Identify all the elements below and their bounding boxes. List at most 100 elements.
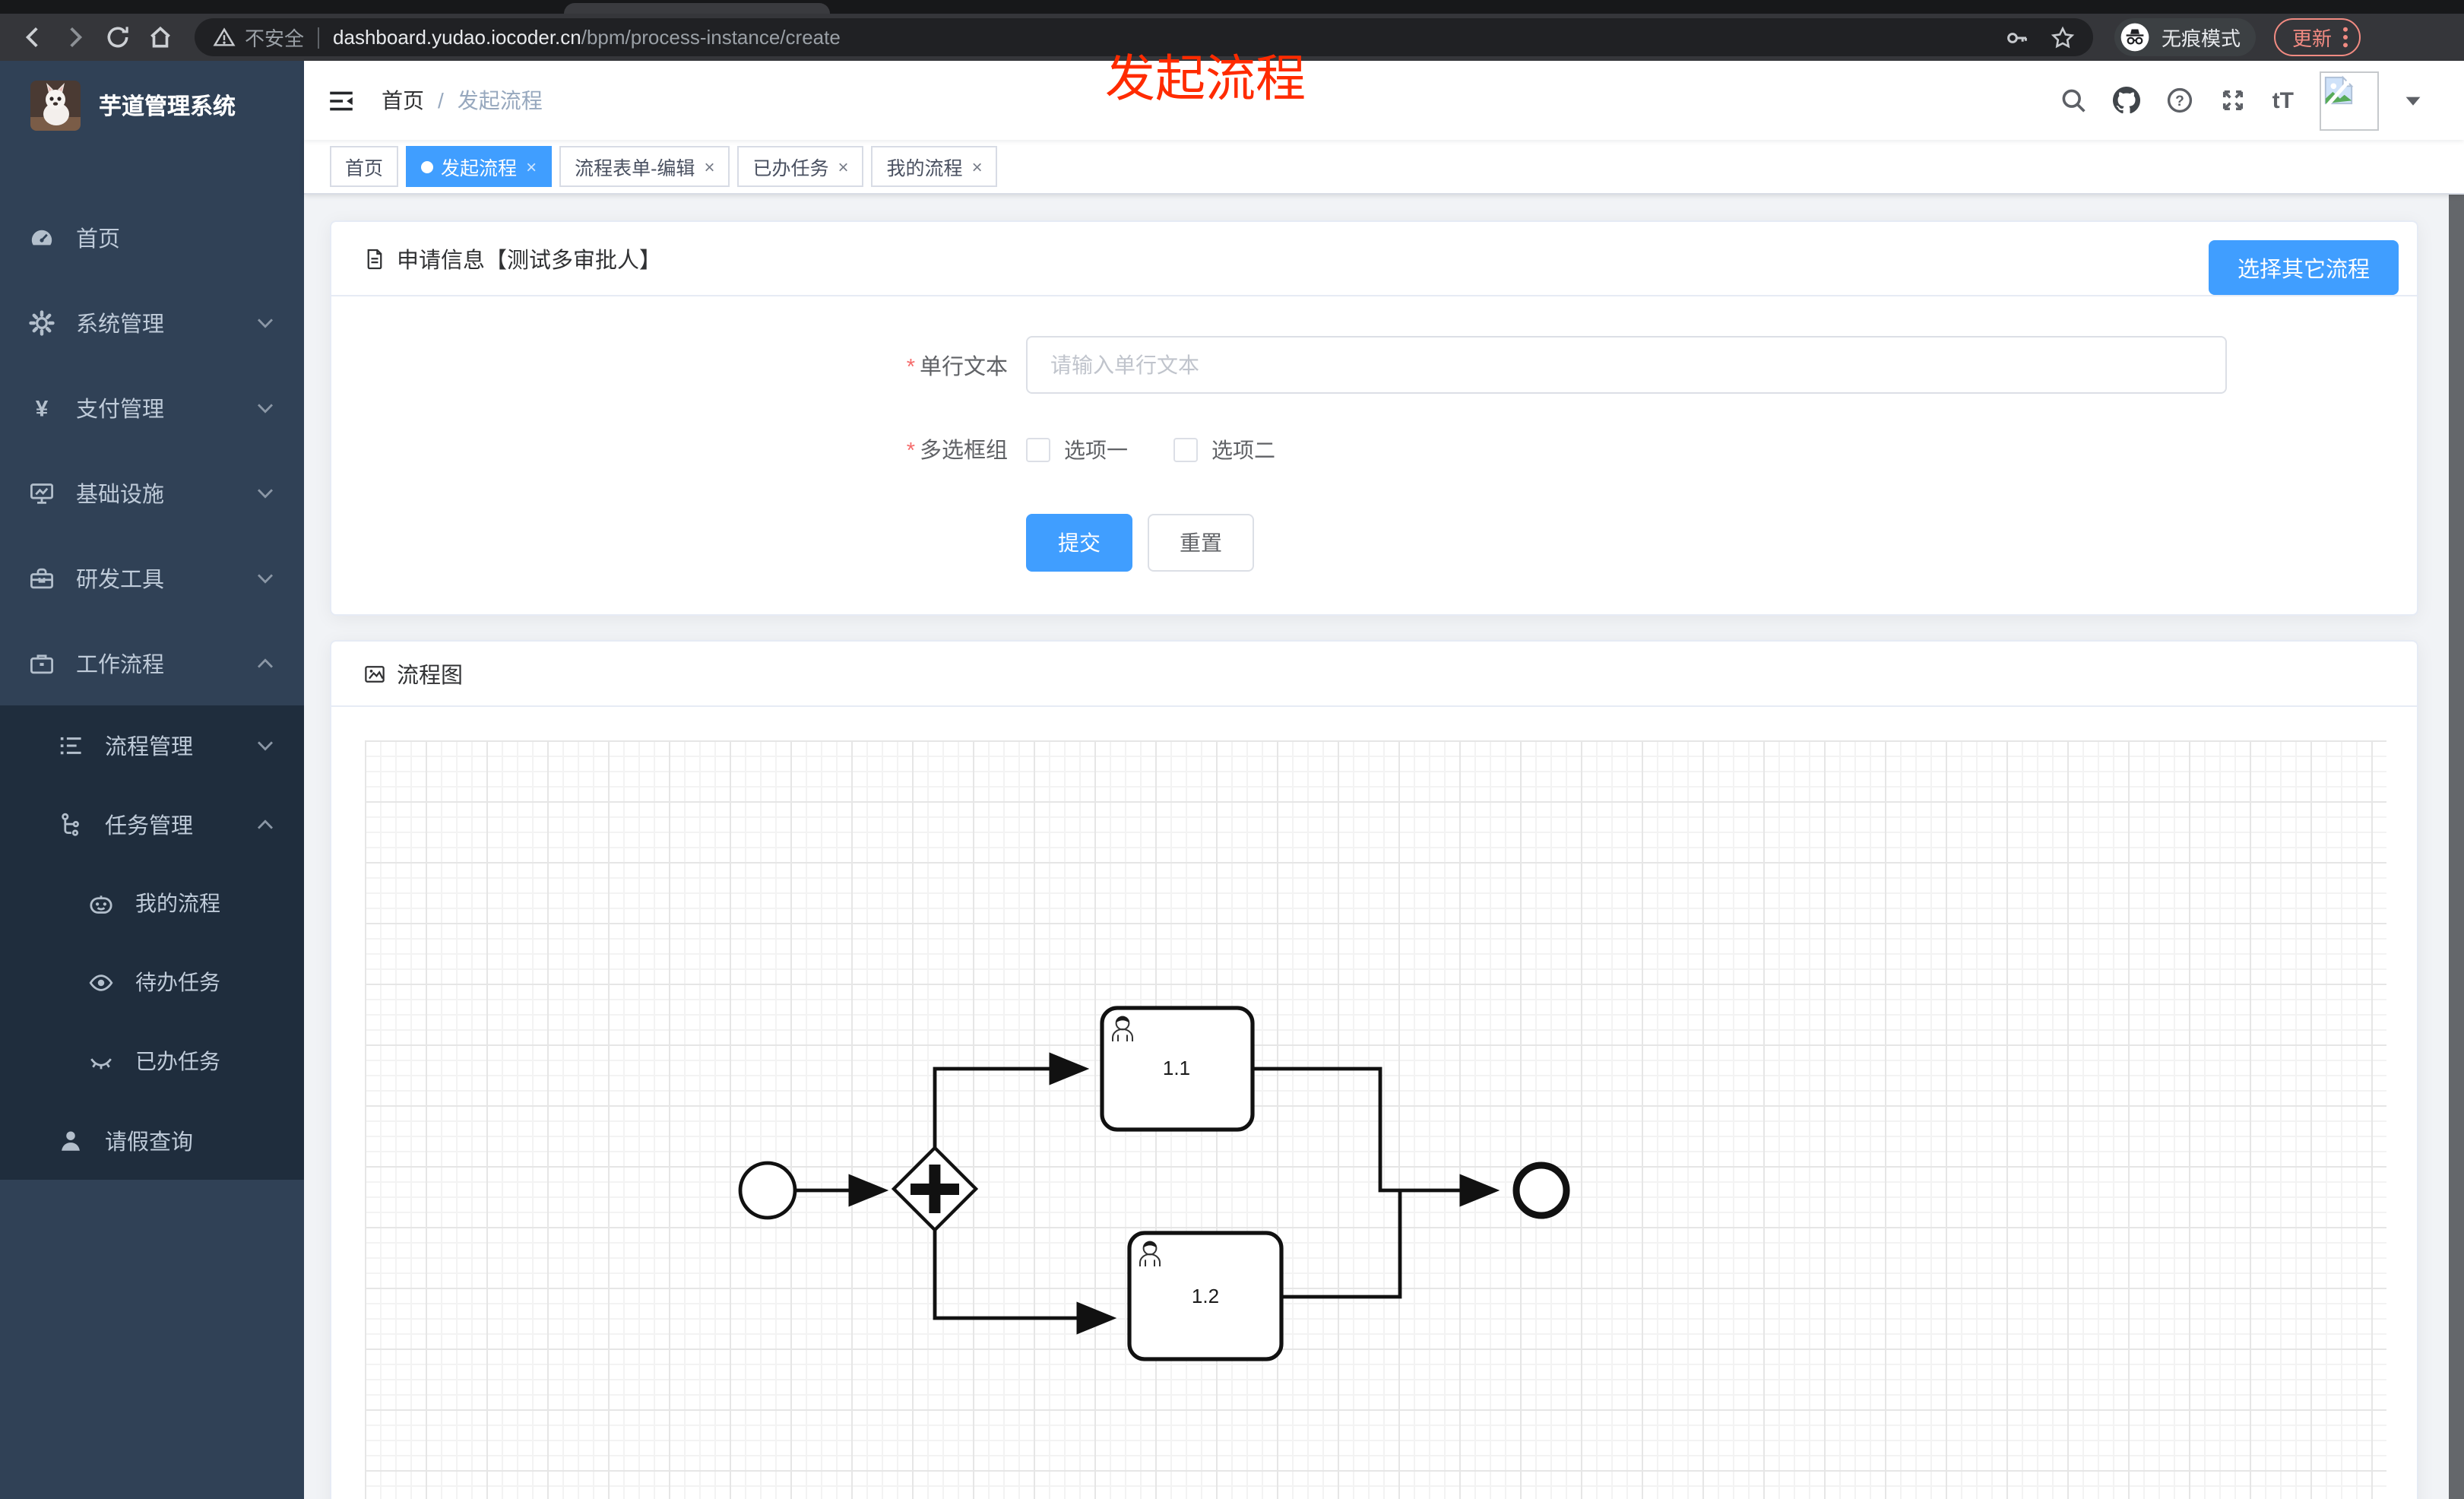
sidebar-item-dev-tools[interactable]: 研发工具 xyxy=(0,535,304,620)
url-divider xyxy=(318,27,320,48)
font-size-icon[interactable]: tT xyxy=(2272,87,2294,113)
search-icon[interactable] xyxy=(2060,87,2087,114)
field-label: * 多选框组 xyxy=(906,439,1008,464)
sidebar-item-label: 我的流程 xyxy=(135,891,220,915)
home-icon[interactable] xyxy=(140,17,179,57)
tag-close-icon[interactable]: × xyxy=(704,156,714,177)
chevron-down-icon xyxy=(257,317,274,328)
sidebar-item-my-process[interactable]: 我的流程 xyxy=(0,864,304,943)
bpmn-canvas: 1.1 1.2 xyxy=(365,740,2386,1499)
submit-button[interactable]: 提交 xyxy=(1026,514,1132,572)
single-line-text-input[interactable] xyxy=(1026,336,2227,394)
card-title: 流程图 xyxy=(397,664,463,688)
tag-home[interactable]: 首页 xyxy=(330,146,399,187)
task-label: 1.1 xyxy=(1163,1057,1190,1079)
tag-process-form-edit[interactable]: 流程表单-编辑 × xyxy=(559,146,730,187)
tags-view: 首页 发起流程 × 流程表单-编辑 × 已办任务 × 我的流程 × xyxy=(304,140,2464,195)
sidebar-menu: 首页 系统管理 ¥ 支付管理 基础设施 研发工具 工作流程 流程管理 任务管理 … xyxy=(0,149,304,1180)
forward-icon[interactable] xyxy=(55,17,94,57)
sidebar-item-label: 已办任务 xyxy=(135,1049,220,1073)
checkbox-icon[interactable] xyxy=(1026,437,1050,461)
browser-update-button[interactable]: 更新 xyxy=(2274,18,2361,56)
sidebar-item-leave-query[interactable]: 请假查询 xyxy=(0,1101,304,1180)
breadcrumb: 首页 / 发起流程 xyxy=(382,85,543,116)
end-event-node xyxy=(1512,1161,1570,1219)
briefcase-icon xyxy=(29,650,55,676)
tag-done-tasks[interactable]: 已办任务 × xyxy=(737,146,864,187)
sidebar-item-label: 基础设施 xyxy=(76,483,164,507)
eye-icon xyxy=(88,969,114,995)
toolbox-icon xyxy=(29,565,55,591)
sidebar-item-label: 任务管理 xyxy=(105,814,193,838)
sequence-flow-gateway-to-task2 xyxy=(933,1230,1117,1335)
navbar-actions: ? tT xyxy=(2060,71,2464,130)
document-icon xyxy=(363,247,386,270)
browser-menu-kebab-icon[interactable] xyxy=(2342,26,2348,49)
sidebar-item-task-management[interactable]: 任务管理 xyxy=(0,784,304,864)
browser-scrollbar[interactable] xyxy=(2449,61,2464,1499)
bookmark-star-icon[interactable] xyxy=(2051,25,2075,49)
github-icon[interactable] xyxy=(2112,87,2140,114)
password-key-icon[interactable] xyxy=(2005,25,2029,49)
chevron-down-icon xyxy=(257,402,274,413)
start-event-node xyxy=(738,1161,797,1220)
back-icon[interactable] xyxy=(12,17,52,57)
choose-other-process-button[interactable]: 选择其它流程 xyxy=(2209,240,2399,295)
required-marker: * xyxy=(906,439,915,464)
security-label[interactable]: 不安全 xyxy=(245,23,304,52)
checkbox-icon[interactable] xyxy=(1173,437,1198,461)
gear-icon xyxy=(29,309,55,335)
help-icon[interactable]: ? xyxy=(2166,87,2193,114)
sidebar-item-infrastructure[interactable]: 基础设施 xyxy=(0,450,304,535)
chevron-down-icon xyxy=(257,487,274,498)
logo-rabbit-image xyxy=(30,80,81,130)
tag-close-icon[interactable]: × xyxy=(838,156,849,177)
sidebar-item-workflow[interactable]: 工作流程 xyxy=(0,620,304,705)
checkbox-option-1[interactable]: 选项一 xyxy=(1026,434,1128,464)
browser-tab[interactable] xyxy=(564,3,830,14)
tag-close-icon[interactable]: × xyxy=(526,156,537,177)
sidebar-collapse-icon[interactable] xyxy=(327,86,356,115)
yen-icon: ¥ xyxy=(29,395,55,420)
dashboard-icon xyxy=(29,224,55,250)
sequence-flow-task2-join xyxy=(1281,1190,1402,1299)
picture-icon xyxy=(363,662,386,685)
avatar-caret-down-icon[interactable] xyxy=(2405,95,2421,106)
reset-button[interactable]: 重置 xyxy=(1148,514,1254,572)
chevron-down-icon xyxy=(257,740,274,750)
url-path[interactable]: /bpm/process-instance/create xyxy=(581,26,841,49)
form-actions: 提交 重置 xyxy=(331,514,2417,572)
sidebar-item-label: 待办任务 xyxy=(135,970,220,994)
sequence-flow-gateway-to-task1 xyxy=(933,1052,1090,1148)
sidebar-item-process-management[interactable]: 流程管理 xyxy=(0,705,304,784)
reload-icon[interactable] xyxy=(97,17,137,57)
main-area: 首页 / 发起流程 ? tT 首页 发起流程 × 流程表单-编辑 × 已办任务 … xyxy=(304,61,2464,1499)
sidebar-item-system[interactable]: 系统管理 xyxy=(0,280,304,365)
checkbox-option-2[interactable]: 选项二 xyxy=(1173,434,1275,464)
bpmn-diagram: 1.1 1.2 xyxy=(738,1006,1570,1361)
fullscreen-icon[interactable] xyxy=(2219,87,2247,114)
process-diagram-card: 流程图 1.1 1.2 xyxy=(330,640,2418,1499)
chevron-up-icon xyxy=(257,819,274,829)
sequence-flow-task1-to-end xyxy=(1253,1066,1500,1207)
eye-closed-icon xyxy=(88,1048,114,1074)
avatar[interactable] xyxy=(2320,71,2379,130)
tag-start-process[interactable]: 发起流程 × xyxy=(406,146,553,187)
apply-info-card: 申请信息【测试多审批人】 选择其它流程 *单行文本 *多选框组 xyxy=(330,220,2418,616)
tag-label: 我的流程 xyxy=(886,158,963,179)
sidebar-item-payment[interactable]: ¥ 支付管理 xyxy=(0,365,304,450)
sidebar-item-done-tasks[interactable]: 已办任务 xyxy=(0,1022,304,1101)
sidebar-logo[interactable]: 芋道管理系统 xyxy=(0,61,304,149)
chevron-down-icon xyxy=(257,572,274,583)
sidebar-item-home[interactable]: 首页 xyxy=(0,195,304,280)
update-label[interactable]: 更新 xyxy=(2292,23,2332,52)
browser-tabstrip xyxy=(0,0,2464,14)
tag-close-icon[interactable]: × xyxy=(972,156,983,177)
checkbox-label: 选项二 xyxy=(1211,437,1275,461)
breadcrumb-home[interactable]: 首页 xyxy=(382,85,424,116)
sidebar-item-todo-tasks[interactable]: 待办任务 xyxy=(0,943,304,1022)
tag-my-process[interactable]: 我的流程 × xyxy=(871,146,998,187)
sidebar-item-label: 请假查询 xyxy=(105,1130,193,1155)
field-label: * 单行文本 xyxy=(906,355,1008,379)
url-host[interactable]: dashboard.yudao.iocoder.cn xyxy=(333,26,581,49)
